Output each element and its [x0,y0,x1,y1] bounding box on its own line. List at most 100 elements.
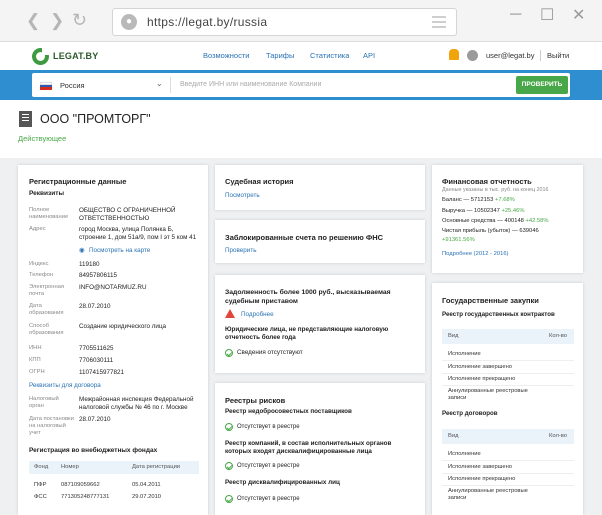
requisites-title: Реквизиты [29,190,64,197]
finance-label: Основные средства [442,218,496,224]
debt-status: Сведения отсутствуют [237,349,303,356]
search-input[interactable]: Введите ИНН или наименование Компании [180,81,321,88]
risk-registry-name: Реестр компаний, в состав исполнительных… [225,440,392,455]
finance-note: Данные указаны в тыс. руб. на конец 2016 [442,187,549,193]
tax-date-label: Дата постановки на налоговый учет [29,416,74,436]
inn-label: ИНН [29,345,42,351]
logo-mark-icon [32,46,50,65]
finance-row: Выручка — 10502347 +25.46% [442,208,525,214]
company-name: ООО "ПРОМТОРГ" [40,112,151,126]
minimize-icon[interactable]: ─ [510,6,521,24]
tax-date-value: 28.07.2010 [79,416,111,423]
funds-header-fund: Фонд [34,464,49,470]
table-cell: 29.07.2010 [132,494,162,500]
procurement-card: Государственные закупки Реестр государст… [432,283,583,515]
email-label: Электронная почта [29,284,65,297]
court-view-link[interactable]: Посмотреть [225,192,260,199]
nav-api[interactable]: API [363,51,375,60]
address-bar[interactable]: ● https://legat.by/russia [112,8,457,36]
finance-delta: +42.58% [525,218,549,224]
phone-value: 84957806115 [79,272,118,279]
logo[interactable]: LEGAT.BY [32,46,98,66]
map-link-label: Посмотреть на карте [89,247,151,254]
contracts-header-row: Вид Кол-во [442,329,574,344]
chevron-down-icon[interactable]: ⌄ [156,79,163,88]
finance-label: Чистая прибыль (убыток) [442,228,511,234]
finance-value: 10502347 [474,208,500,214]
nav-features[interactable]: Возможности [203,51,249,60]
map-link[interactable]: ◉ Посмотреть на карте [79,247,150,254]
check-button[interactable]: ПРОВЕРИТЬ [516,76,568,94]
finance-value: 639046 [519,228,539,234]
email-value: INFO@NOTARMUZ.RU [79,284,147,291]
table-cell: ФСС [34,494,47,500]
index-label: Индекс [29,261,49,267]
card-title: Судебная история [225,177,294,186]
finance-more-link[interactable]: Подробнее (2012 - 2016) [442,251,508,257]
table-cell: 771305248777131 [61,494,110,500]
debt-more-link[interactable]: Подробнее [241,311,274,318]
card-title: Реестры рисков [225,396,286,405]
reg-date-value: 28.07.2010 [79,303,111,310]
logout-link[interactable]: Выйти [547,51,569,60]
tax-value: Межрайонная инспекция Федеральной налого… [79,396,194,411]
check-circle-icon [225,462,233,470]
check-circle-icon [225,495,233,503]
url-text[interactable]: https://legat.by/russia [147,15,267,29]
table-cell: 087109059662 [61,482,100,488]
nav-statistics[interactable]: Статистика [310,51,349,60]
close-icon[interactable]: ✕ [572,5,585,25]
table-cell: Исполнение прекращено [448,376,516,382]
funds-header-date: Дата регистрации [132,464,181,470]
method-value: Создание юридического лица [79,323,167,330]
finance-delta: +7.68% [494,197,515,203]
nav-pricing[interactable]: Тарифы [266,51,294,60]
check-circle-icon [225,423,233,431]
header-type: Вид [448,333,459,339]
inn-value: 7705511625 [79,345,114,352]
table-cell: Исполнение завершено [448,464,513,470]
maximize-icon[interactable]: ☐ [540,5,554,25]
finance-row: Основные средства — 400148 +42.58% [442,218,549,224]
search-box: Россия ⌄ Введите ИНН или наименование Ко… [32,73,570,97]
court-history-card: Судебная история Посмотреть [215,165,425,210]
building-icon [19,111,32,127]
card-title: Финансовая отчетность [442,177,532,186]
risk-registry-status: Отсутствует в реестре [237,463,300,469]
agreements-header-row: Вид Кол-во [442,429,574,444]
forward-icon[interactable]: ❯ [50,12,64,29]
reload-icon[interactable]: ↻ [72,11,87,29]
back-icon[interactable]: ❮ [26,12,40,29]
agreements-title: Реестр договоров [442,410,498,417]
tax-label: Налоговый орган [29,396,59,409]
ogrn-value: 1107415977821 [79,369,125,376]
card-title: Регистрационные данные [29,177,127,186]
debt-card: Задолженность более 1000 руб., высказыва… [215,275,425,373]
finance-row: Чистая прибыль (убыток) — 639046 [442,228,539,234]
country-select[interactable]: Россия [60,81,85,90]
risk-registry-name: Реестр дисквалифицированных лиц [225,479,340,486]
table-cell: 05.04.2011 [132,482,161,488]
browser-chrome: ❮ ❯ ↻ ● https://legat.by/russia ─ ☐ ✕ [0,0,602,42]
blocked-accounts-card: Заблокированные счета по решению ФНС Про… [215,220,425,263]
company-header: ООО "ПРОМТОРГ" Действующее [0,100,602,158]
hamburger-menu-icon[interactable] [432,16,446,31]
user-email[interactable]: user@legat.by [486,51,534,60]
header-type: Вид [448,433,459,439]
funds-header-row: Фонд Номер Дата регистрации [29,461,199,474]
funds-header-number: Номер [61,464,79,470]
card-title: Задолженность более 1000 руб., высказыва… [225,289,391,305]
search-band: Россия ⌄ Введите ИНН или наименование Ко… [0,70,602,100]
phone-label: Телефон [29,272,54,278]
finance-delta: +91361.56% [442,237,475,243]
divider [442,360,574,361]
address-value: город Москва, улица Полянка Б, строение … [79,226,197,241]
finance-value: 400148 [504,218,524,224]
contract-requisites-link[interactable]: Реквизиты для договора [29,382,101,389]
bell-icon[interactable] [449,49,459,60]
divider [170,77,171,93]
method-label: Способ образования [29,323,64,336]
full-name-label: Полное наименование [29,207,69,220]
warning-icon [225,309,235,318]
blocked-check-link[interactable]: Проверить [225,247,257,254]
